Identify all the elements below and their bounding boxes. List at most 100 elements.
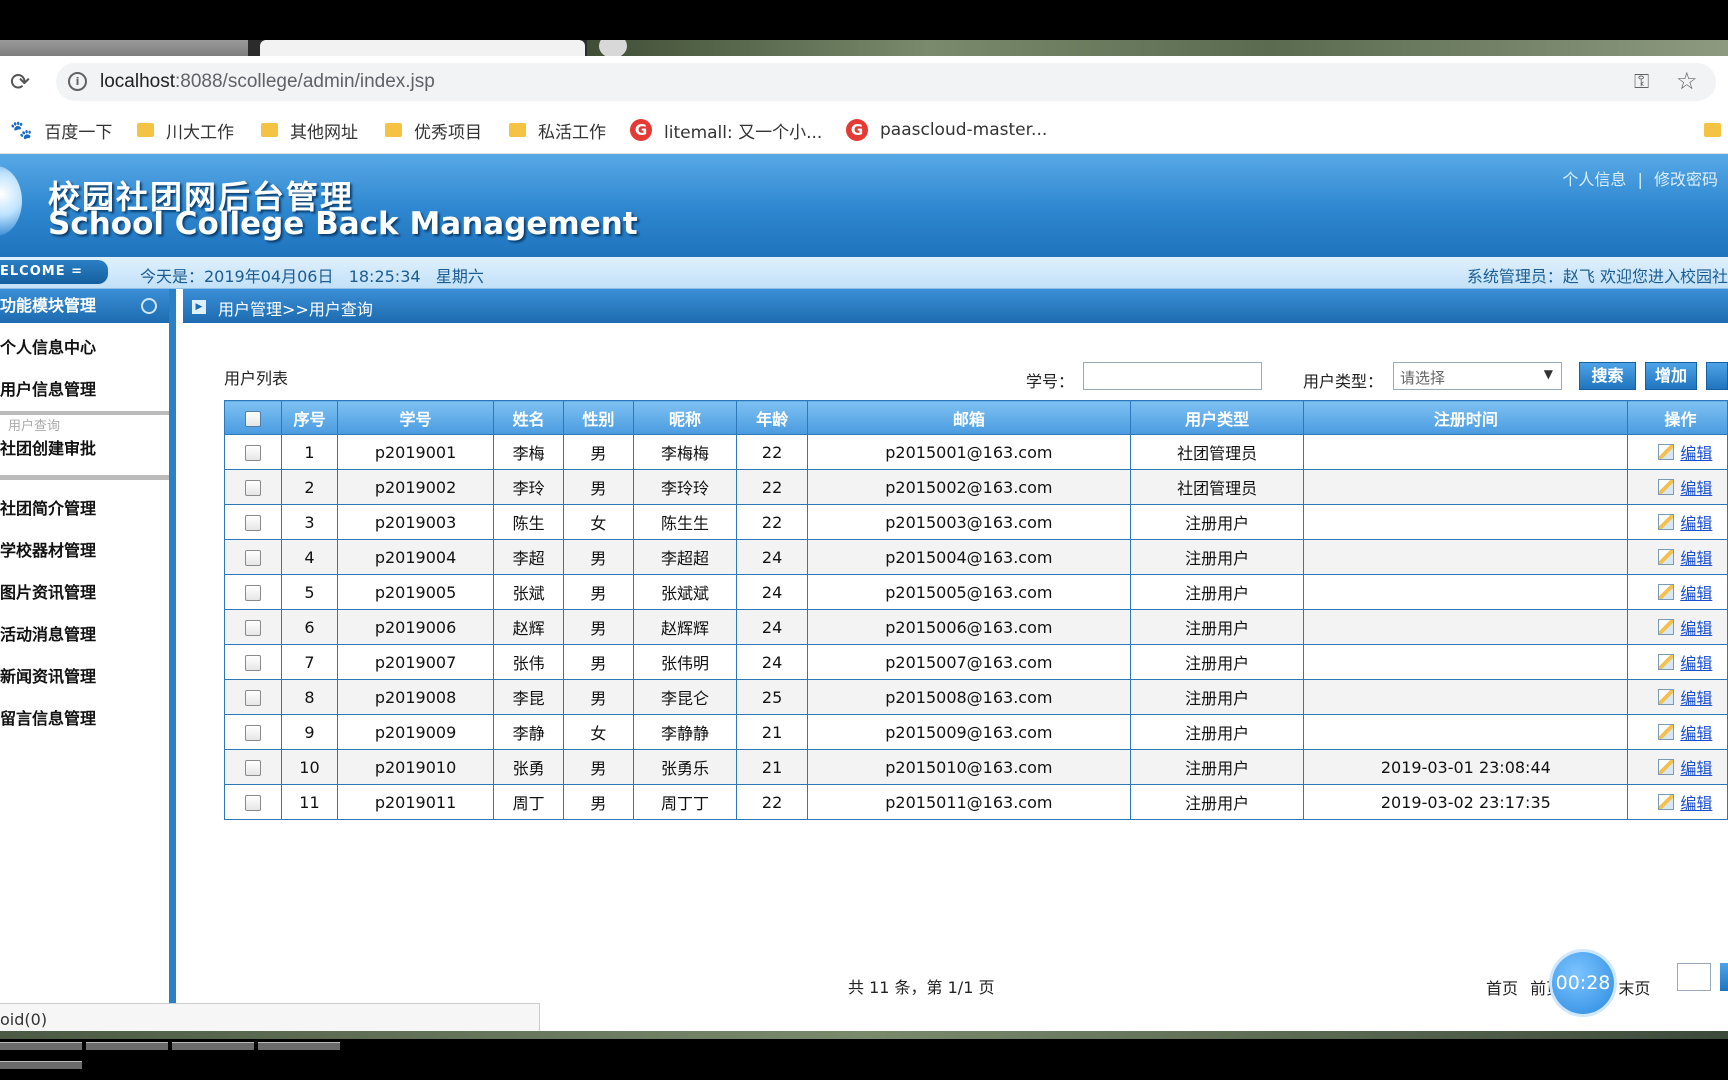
edit-icon[interactable]: [1658, 549, 1675, 565]
edit-link[interactable]: 编辑: [1680, 475, 1712, 499]
sidebar-item-image-news[interactable]: 图片资讯管理: [0, 572, 169, 614]
table-row[interactable]: 1 p2019001 李梅男李梅梅 22 p2015001@163.com 社团管理员 编辑: [224, 434, 1728, 470]
edit-link[interactable]: 编辑: [1680, 790, 1712, 814]
add-button[interactable]: 增加: [1645, 362, 1697, 390]
edit-icon[interactable]: [1658, 759, 1675, 775]
table-row[interactable]: 5 p2019005 张斌男张斌斌 24 p2015005@163.com 注册用户 编辑: [224, 574, 1728, 610]
sidebar-item-messages[interactable]: 留言信息管理: [0, 698, 169, 740]
row-checkbox[interactable]: [244, 655, 261, 671]
user-table: 序号 学号 姓名 性别 昵称 年龄 邮箱 用户类型 注册时间 操作 1 p2019…: [224, 400, 1728, 820]
select-all-checkbox[interactable]: [244, 410, 261, 427]
edit-icon[interactable]: [1658, 444, 1675, 460]
edit-icon[interactable]: [1658, 724, 1675, 740]
profile-link[interactable]: 个人信息: [1562, 170, 1626, 189]
row-checkbox[interactable]: [244, 550, 261, 566]
omnibox[interactable]: i localhost:8088/scollege/admin/index.js…: [56, 63, 1716, 101]
cell-register-time: [1303, 609, 1629, 645]
table-row[interactable]: 6 p2019006 赵辉男赵辉辉 24 p2015006@163.com 注册用户 编辑: [224, 609, 1728, 645]
pagination-summary: 共 11 条，第 1/1 页: [848, 978, 995, 997]
bookmark-paascloud[interactable]: Gpaascloud-master...: [846, 118, 1047, 142]
row-checkbox[interactable]: [244, 725, 261, 741]
search-button[interactable]: 搜索: [1579, 362, 1636, 390]
actions-wrap: 编辑: [1629, 475, 1727, 499]
edit-icon[interactable]: [1658, 619, 1675, 635]
bookmark-folder-overflow[interactable]: [1704, 118, 1728, 142]
taskbar-item[interactable]: [86, 1042, 168, 1050]
url-text[interactable]: localhost:8088/scollege/admin/index.jsp: [100, 71, 435, 93]
edit-link[interactable]: 编辑: [1680, 650, 1712, 674]
row-checkbox[interactable]: [244, 760, 261, 776]
edit-link[interactable]: 编辑: [1680, 720, 1712, 744]
sidebar-item-equipment[interactable]: 学校器材管理: [0, 530, 169, 572]
row-checkbox[interactable]: [244, 690, 261, 706]
user-type-select[interactable]: 请选择 ▼: [1393, 362, 1562, 390]
table-row[interactable]: 2 p2019002 李玲男李玲玲 22 p2015002@163.com 社团管理员 编辑: [224, 469, 1728, 505]
taskbar-item[interactable]: [172, 1042, 254, 1050]
site-info-icon[interactable]: i: [68, 72, 87, 91]
student-id-input[interactable]: [1083, 362, 1262, 390]
page-number-input[interactable]: [1677, 963, 1711, 991]
table-row[interactable]: 11 p2019011 周丁男周丁丁 22 p2015011@163.com 注册用户 20…: [224, 784, 1728, 820]
sidebar-item-club-intro[interactable]: 社团简介管理: [0, 488, 169, 530]
bookmark-star-icon[interactable]: ☆: [1676, 67, 1698, 95]
table-row[interactable]: 4 p2019004 李超男李超超 24 p2015004@163.com 注册用户 编辑: [224, 539, 1728, 575]
edit-link[interactable]: 编辑: [1680, 440, 1712, 464]
bookmark-litemall[interactable]: Glitemall: 又一个小...: [630, 118, 822, 143]
recording-timer[interactable]: 00:28: [1552, 952, 1614, 1014]
edit-icon[interactable]: [1658, 514, 1675, 530]
edit-icon[interactable]: [1658, 654, 1675, 670]
reload-icon[interactable]: ⟳: [10, 68, 30, 96]
cell-user-name: 李玲: [493, 469, 565, 505]
table-row[interactable]: 3 p2019003 陈生女陈生生 22 p2015003@163.com 注册用户 编辑: [224, 504, 1728, 540]
change-password-link[interactable]: 修改密码: [1654, 170, 1718, 189]
go-page-button[interactable]: [1720, 963, 1728, 991]
edit-link[interactable]: 编辑: [1680, 510, 1712, 534]
sidebar-item-club-approval[interactable]: 社团创建审批: [0, 435, 169, 469]
select-cell: [224, 504, 282, 540]
edit-link[interactable]: 编辑: [1680, 755, 1712, 779]
sidebar-item-personal-info[interactable]: 个人信息中心: [0, 327, 169, 369]
edit-icon[interactable]: [1658, 794, 1675, 810]
sidebar-header[interactable]: 功能模块管理: [0, 289, 169, 323]
table-row[interactable]: 7 p2019007 张伟男张伟明 24 p2015007@163.com 注册用户 编辑: [224, 644, 1728, 680]
edit-icon[interactable]: [1658, 479, 1675, 495]
more-button[interactable]: [1706, 362, 1728, 390]
bookmark-folder-projects[interactable]: 优秀项目: [385, 118, 482, 143]
taskbar-item[interactable]: [0, 1042, 82, 1050]
table-row[interactable]: 8 p2019008 李昆男李昆仑 25 p2015008@163.com 注册用户 编辑: [224, 679, 1728, 715]
table-row[interactable]: 10 p2019010 张勇男张勇乐 21 p2015010@163.com 注册用户 20…: [224, 749, 1728, 785]
taskbar-item[interactable]: [258, 1042, 340, 1050]
sidebar-item-user-management[interactable]: 用户信息管理: [0, 369, 169, 411]
table-row[interactable]: 9 p2019009 李静女李静静 21 p2015009@163.com 注册用户 编辑: [224, 714, 1728, 750]
browser-tab-active[interactable]: [260, 40, 585, 56]
cell-student-id: p2019002: [337, 469, 495, 505]
taskbar-item[interactable]: [0, 1061, 82, 1069]
collapse-toggle-icon[interactable]: [141, 298, 157, 314]
row-checkbox[interactable]: [244, 445, 261, 461]
bookmark-folder-scu-work[interactable]: 川大工作: [137, 118, 234, 143]
password-key-icon[interactable]: ⚿: [1634, 69, 1649, 93]
cell-age: 24: [736, 644, 808, 680]
row-checkbox[interactable]: [244, 480, 261, 496]
actions-wrap: 编辑: [1629, 580, 1727, 604]
edit-link[interactable]: 编辑: [1680, 615, 1712, 639]
row-checkbox[interactable]: [244, 795, 261, 811]
row-checkbox[interactable]: [244, 620, 261, 636]
bookmark-folder-private-work[interactable]: 私活工作: [509, 118, 606, 143]
edit-link[interactable]: 编辑: [1680, 545, 1712, 569]
row-checkbox[interactable]: [244, 585, 261, 601]
sidebar-item-news[interactable]: 新闻资讯管理: [0, 656, 169, 698]
bookmark-baidu[interactable]: 🐾 百度一下: [10, 118, 112, 143]
bookmark-folder-other-sites[interactable]: 其他网址: [261, 118, 358, 143]
edit-icon[interactable]: [1658, 584, 1675, 600]
edit-link[interactable]: 编辑: [1680, 685, 1712, 709]
edit-icon[interactable]: [1658, 689, 1675, 705]
edit-link[interactable]: 编辑: [1680, 580, 1712, 604]
last-page-link[interactable]: 末页: [1618, 979, 1650, 998]
row-checkbox[interactable]: [244, 515, 261, 531]
sidebar-subitem-user-query[interactable]: 用户查询: [0, 411, 169, 435]
browser-tab[interactable]: [0, 40, 248, 56]
column-header: 注册时间: [1303, 400, 1629, 435]
first-page-link[interactable]: 首页: [1486, 979, 1518, 998]
sidebar-item-activities[interactable]: 活动消息管理: [0, 614, 169, 656]
